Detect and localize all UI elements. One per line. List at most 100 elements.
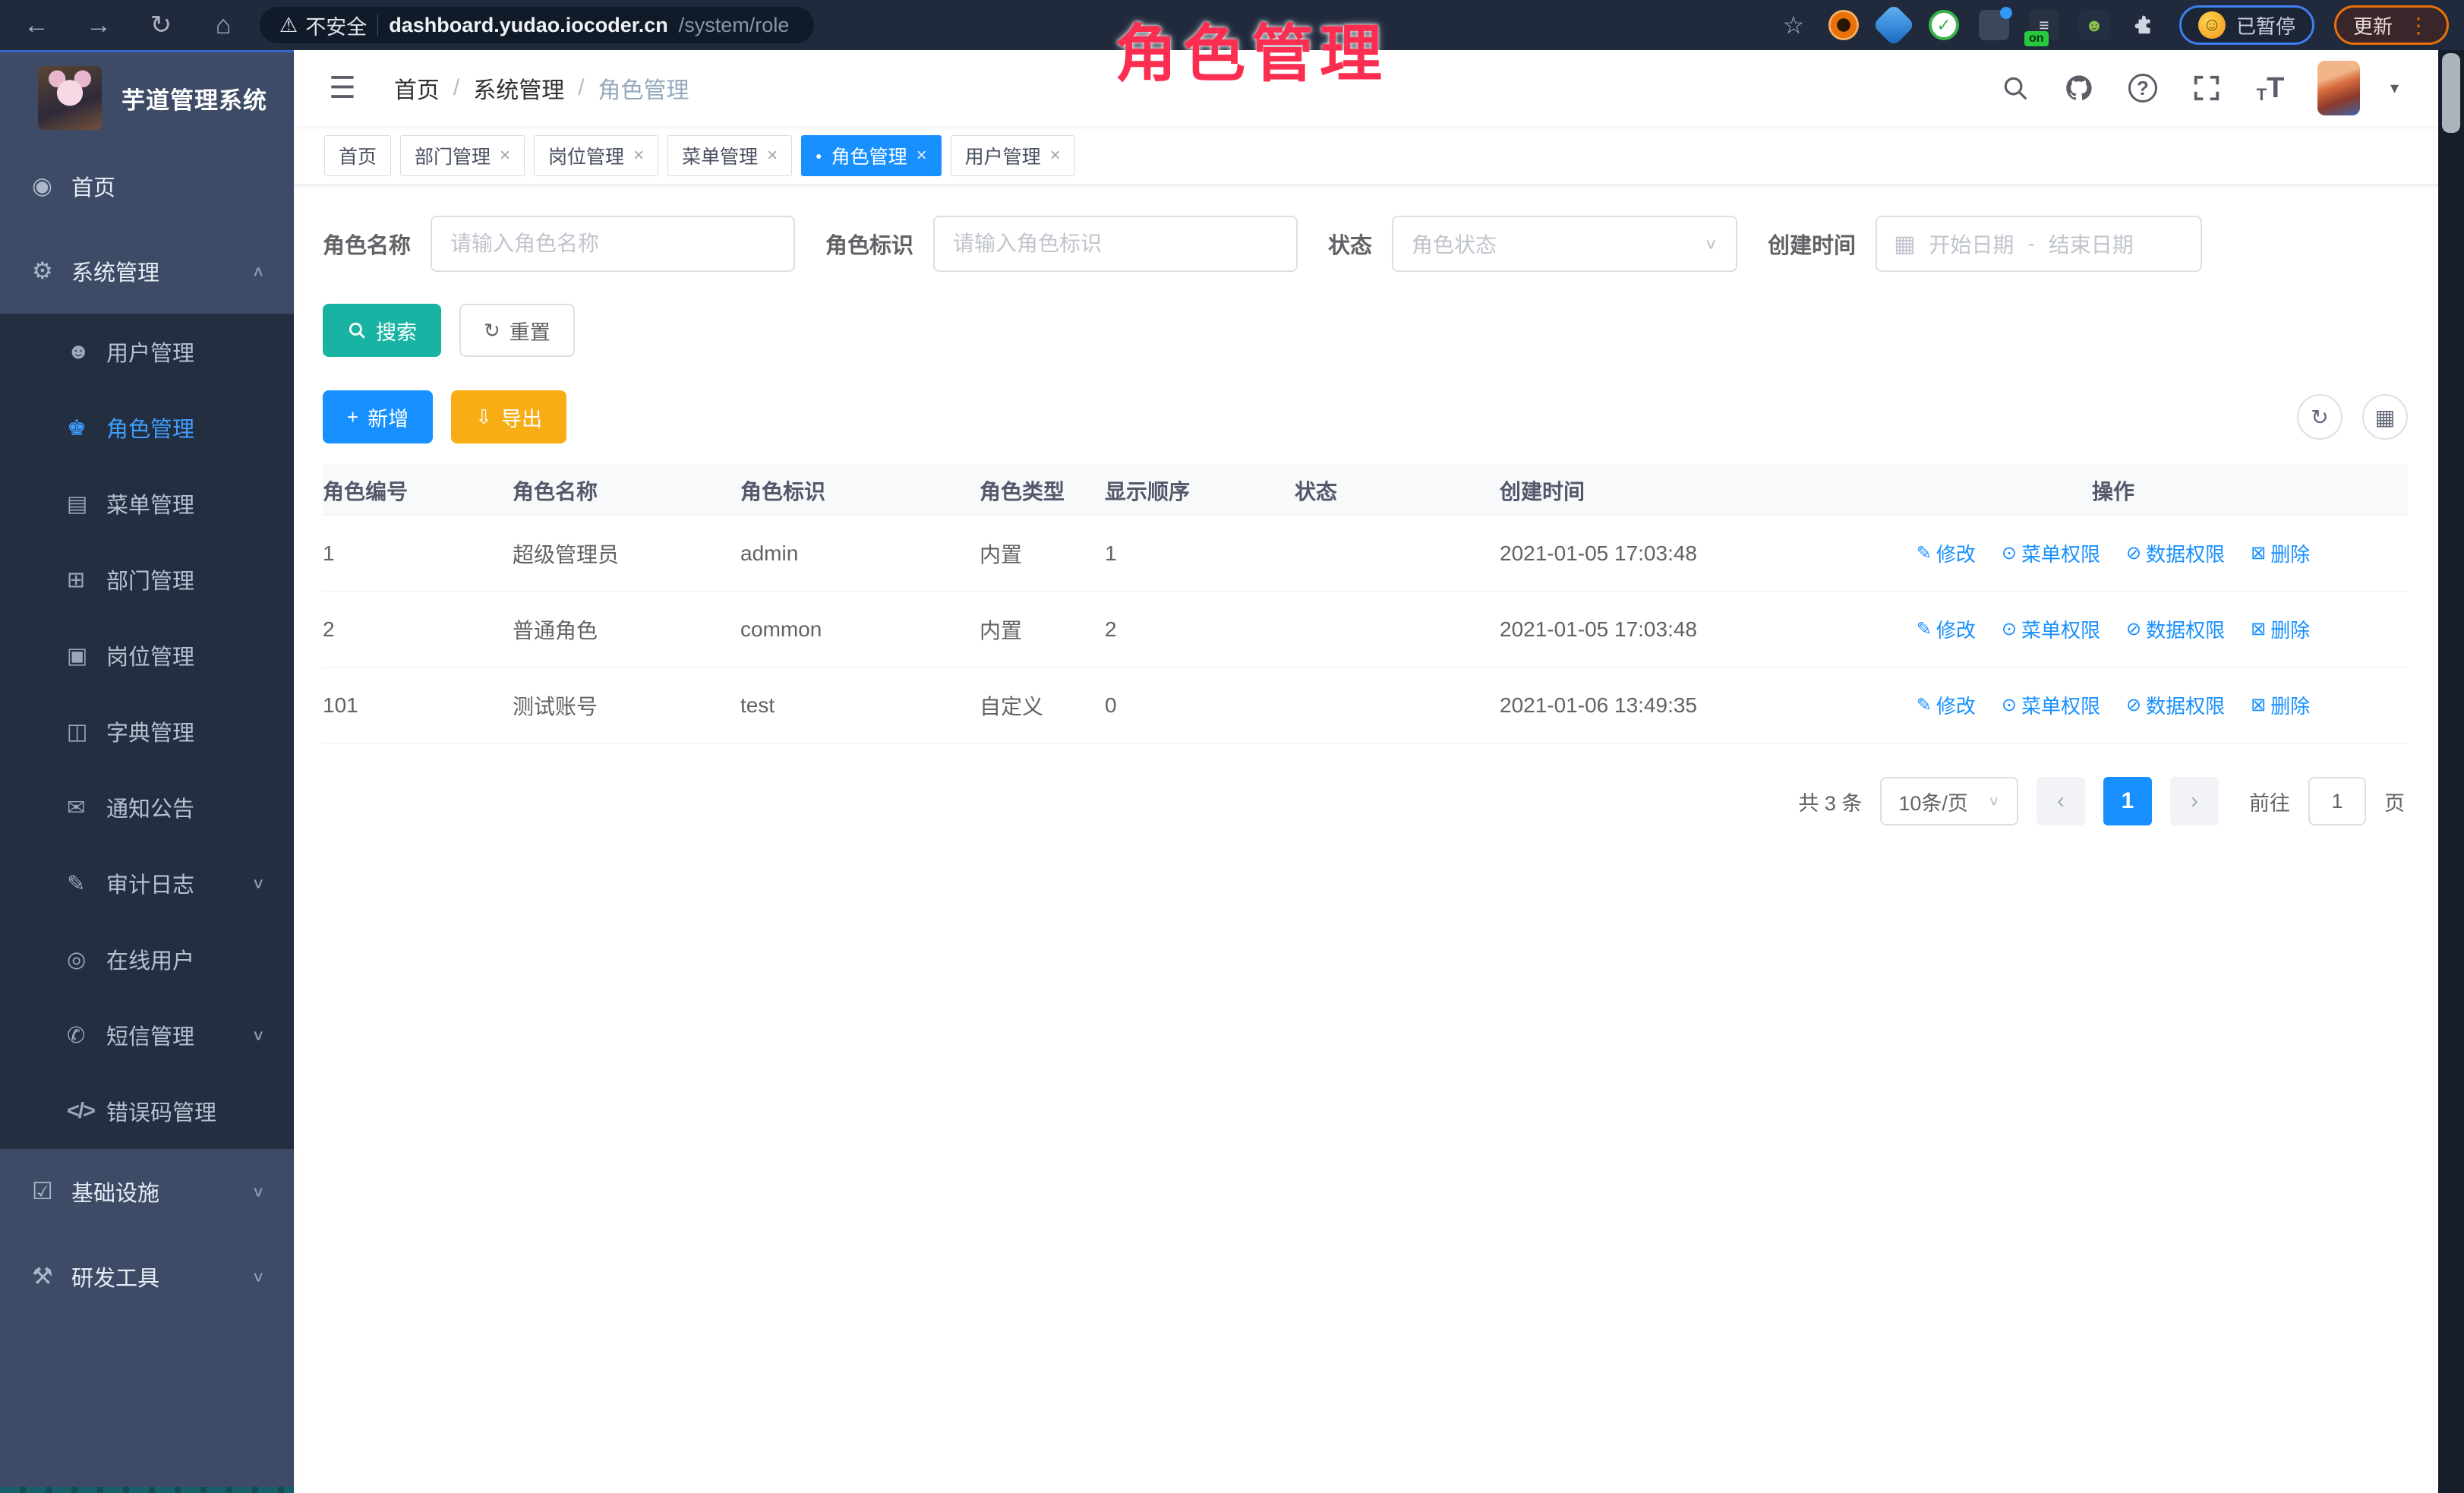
tab-menus[interactable]: 菜单管理×	[667, 135, 792, 176]
search-button[interactable]: 搜索	[323, 304, 441, 357]
role-key-input[interactable]	[933, 216, 1298, 272]
sidebar-item-error-codes[interactable]: </> 错误码管理	[0, 1073, 294, 1149]
extension-target-icon[interactable]	[1828, 10, 1859, 40]
edit-link[interactable]: ✎修改	[1917, 691, 1976, 719]
calendar-icon: ▦	[1894, 231, 1915, 257]
prev-page-button[interactable]: ‹	[2037, 777, 2085, 825]
refresh-table-button[interactable]: ↻	[2297, 394, 2343, 440]
app-logo-block[interactable]: 芋道管理系统	[0, 52, 294, 144]
goto-page-input[interactable]	[2308, 777, 2366, 825]
kebab-menu-icon[interactable]: ⋮	[2408, 13, 2430, 38]
export-button[interactable]: ⇩ 导出	[451, 390, 566, 443]
sidebar-item-notice[interactable]: ✉ 通知公告	[0, 769, 294, 845]
tab-users[interactable]: 用户管理×	[951, 135, 1075, 176]
add-button[interactable]: + 新增	[323, 390, 433, 443]
tab-departments[interactable]: 部门管理×	[400, 135, 525, 176]
edit-link[interactable]: ✎修改	[1917, 539, 1976, 567]
menu-permission-link[interactable]: ⊙菜单权限	[2002, 615, 2100, 643]
close-icon[interactable]: ×	[917, 145, 927, 166]
breadcrumb-system[interactable]: 系统管理	[473, 71, 564, 105]
cell-sort: 0	[1105, 693, 1295, 718]
cell-key: common	[740, 617, 980, 642]
close-icon[interactable]: ×	[1050, 145, 1061, 166]
fullscreen-icon[interactable]	[2190, 71, 2223, 105]
close-icon[interactable]: ×	[767, 145, 778, 166]
github-icon[interactable]	[2062, 71, 2096, 105]
user-icon: ☻	[67, 339, 106, 365]
extension-gem-icon[interactable]	[1872, 4, 1916, 47]
edit-link[interactable]: ✎修改	[1917, 615, 1976, 643]
system-submenu: ☻ 用户管理 ♚ 角色管理 ▤ 菜单管理 ⊞ 部门管理 ▣ 岗位管理 ◫ 字典管…	[0, 314, 294, 1149]
address-bar[interactable]: ⚠ 不安全 dashboard.yudao.iocoder.cn /system…	[260, 7, 814, 43]
extension-onetab-icon[interactable]: on≡	[2029, 10, 2059, 40]
scrollbar-thumb[interactable]	[2442, 53, 2460, 133]
delete-link[interactable]: ⊠删除	[2251, 691, 2310, 719]
help-icon[interactable]: ?	[2126, 71, 2160, 105]
extension-screenshot-icon[interactable]	[1979, 10, 2009, 40]
next-page-button[interactable]: ›	[2170, 777, 2219, 825]
sidebar-item-infrastructure[interactable]: ☑ 基础设施 ∨	[0, 1149, 294, 1234]
search-icon[interactable]	[1999, 71, 2032, 105]
reset-button[interactable]: ↻ 重置	[459, 304, 575, 357]
tab-posts[interactable]: 岗位管理×	[534, 135, 658, 176]
sidebar-item-roles[interactable]: ♚ 角色管理	[0, 390, 294, 466]
forward-icon[interactable]: →	[82, 11, 115, 40]
role-name-input[interactable]	[431, 216, 795, 272]
sidebar-item-home[interactable]: ◉ 首页	[0, 144, 294, 229]
sidebar-item-audit-log[interactable]: ✎ 审计日志 ∨	[0, 845, 294, 921]
sidebar-item-online-users[interactable]: ◎ 在线用户	[0, 921, 294, 997]
date-separator: -	[2027, 232, 2034, 256]
extension-frog-icon[interactable]: ☻	[2079, 10, 2109, 40]
breadcrumb-home[interactable]: 首页	[394, 71, 440, 105]
sidebar-item-sms[interactable]: ✆ 短信管理 ∨	[0, 997, 294, 1073]
reload-icon[interactable]: ↻	[144, 10, 178, 40]
close-icon[interactable]: ×	[633, 145, 644, 166]
menu-permission-link[interactable]: ⊙菜单权限	[2002, 691, 2100, 719]
log-icon: ✎	[67, 870, 106, 897]
roles-icon: ♚	[67, 415, 106, 441]
back-icon[interactable]: ←	[20, 11, 53, 40]
status-select-placeholder: 角色状态	[1412, 229, 1497, 259]
breadcrumb: 首页 / 系统管理 / 角色管理	[394, 71, 689, 105]
delete-link[interactable]: ⊠删除	[2251, 539, 2310, 567]
hamburger-icon[interactable]: ☰	[318, 71, 367, 106]
security-warning[interactable]: ⚠ 不安全	[279, 11, 367, 40]
column-settings-button[interactable]: ▦	[2362, 394, 2408, 440]
sidebar-item-departments[interactable]: ⊞ 部门管理	[0, 541, 294, 617]
avatar-caret-icon[interactable]: ▾	[2390, 78, 2399, 98]
date-range-picker[interactable]: ▦ 开始日期 - 结束日期	[1876, 216, 2202, 272]
page-size-select[interactable]: 10条/页 ∨	[1880, 777, 2018, 825]
data-permission-link[interactable]: ⊘数据权限	[2126, 691, 2225, 719]
edit-icon: ✎	[1917, 694, 1932, 716]
paused-extension-pill[interactable]: ☺ 已暂停	[2179, 5, 2314, 45]
sidebar-item-posts[interactable]: ▣ 岗位管理	[0, 617, 294, 693]
sidebar-item-users[interactable]: ☻ 用户管理	[0, 314, 294, 390]
extension-adguard-icon[interactable]: ✓	[1929, 10, 1959, 40]
home-icon[interactable]: ⌂	[207, 11, 240, 40]
status-select[interactable]: 角色状态 ∨	[1392, 216, 1737, 272]
data-permission-link[interactable]: ⊘数据权限	[2126, 615, 2225, 643]
tab-roles[interactable]: ● 角色管理×	[801, 135, 942, 176]
bookmark-star-icon[interactable]: ☆	[1778, 10, 1809, 40]
delete-link[interactable]: ⊠删除	[2251, 615, 2310, 643]
sidebar-item-system[interactable]: ⚙ 系统管理 ∧	[0, 229, 294, 314]
close-icon[interactable]: ×	[500, 145, 510, 166]
warning-icon: ⚠	[279, 14, 298, 37]
url-path: /system/role	[679, 14, 790, 37]
extensions-puzzle-icon[interactable]	[2129, 10, 2160, 40]
sidebar-item-dict[interactable]: ◫ 字典管理	[0, 693, 294, 769]
data-permission-icon: ⊘	[2126, 694, 2141, 716]
sidebar-item-menus[interactable]: ▤ 菜单管理	[0, 466, 294, 541]
tab-home[interactable]: 首页	[324, 135, 391, 176]
pagination: 共 3 条 10条/页 ∨ ‹ 1 › 前往 页	[323, 777, 2408, 825]
data-permission-link[interactable]: ⊘数据权限	[2126, 539, 2225, 567]
update-button[interactable]: 更新 ⋮	[2334, 5, 2449, 45]
font-size-icon[interactable]: TT	[2254, 71, 2287, 105]
menu-permission-link[interactable]: ⊙菜单权限	[2002, 539, 2100, 567]
page-scrollbar[interactable]	[2438, 50, 2464, 1493]
app-logo-image	[38, 66, 102, 130]
cell-created: 2021-01-05 17:03:48	[1500, 617, 1826, 642]
page-1-button[interactable]: 1	[2103, 777, 2152, 825]
sidebar-item-dev-tools[interactable]: ⚒ 研发工具 ∨	[0, 1234, 294, 1319]
user-avatar[interactable]	[2317, 61, 2360, 115]
